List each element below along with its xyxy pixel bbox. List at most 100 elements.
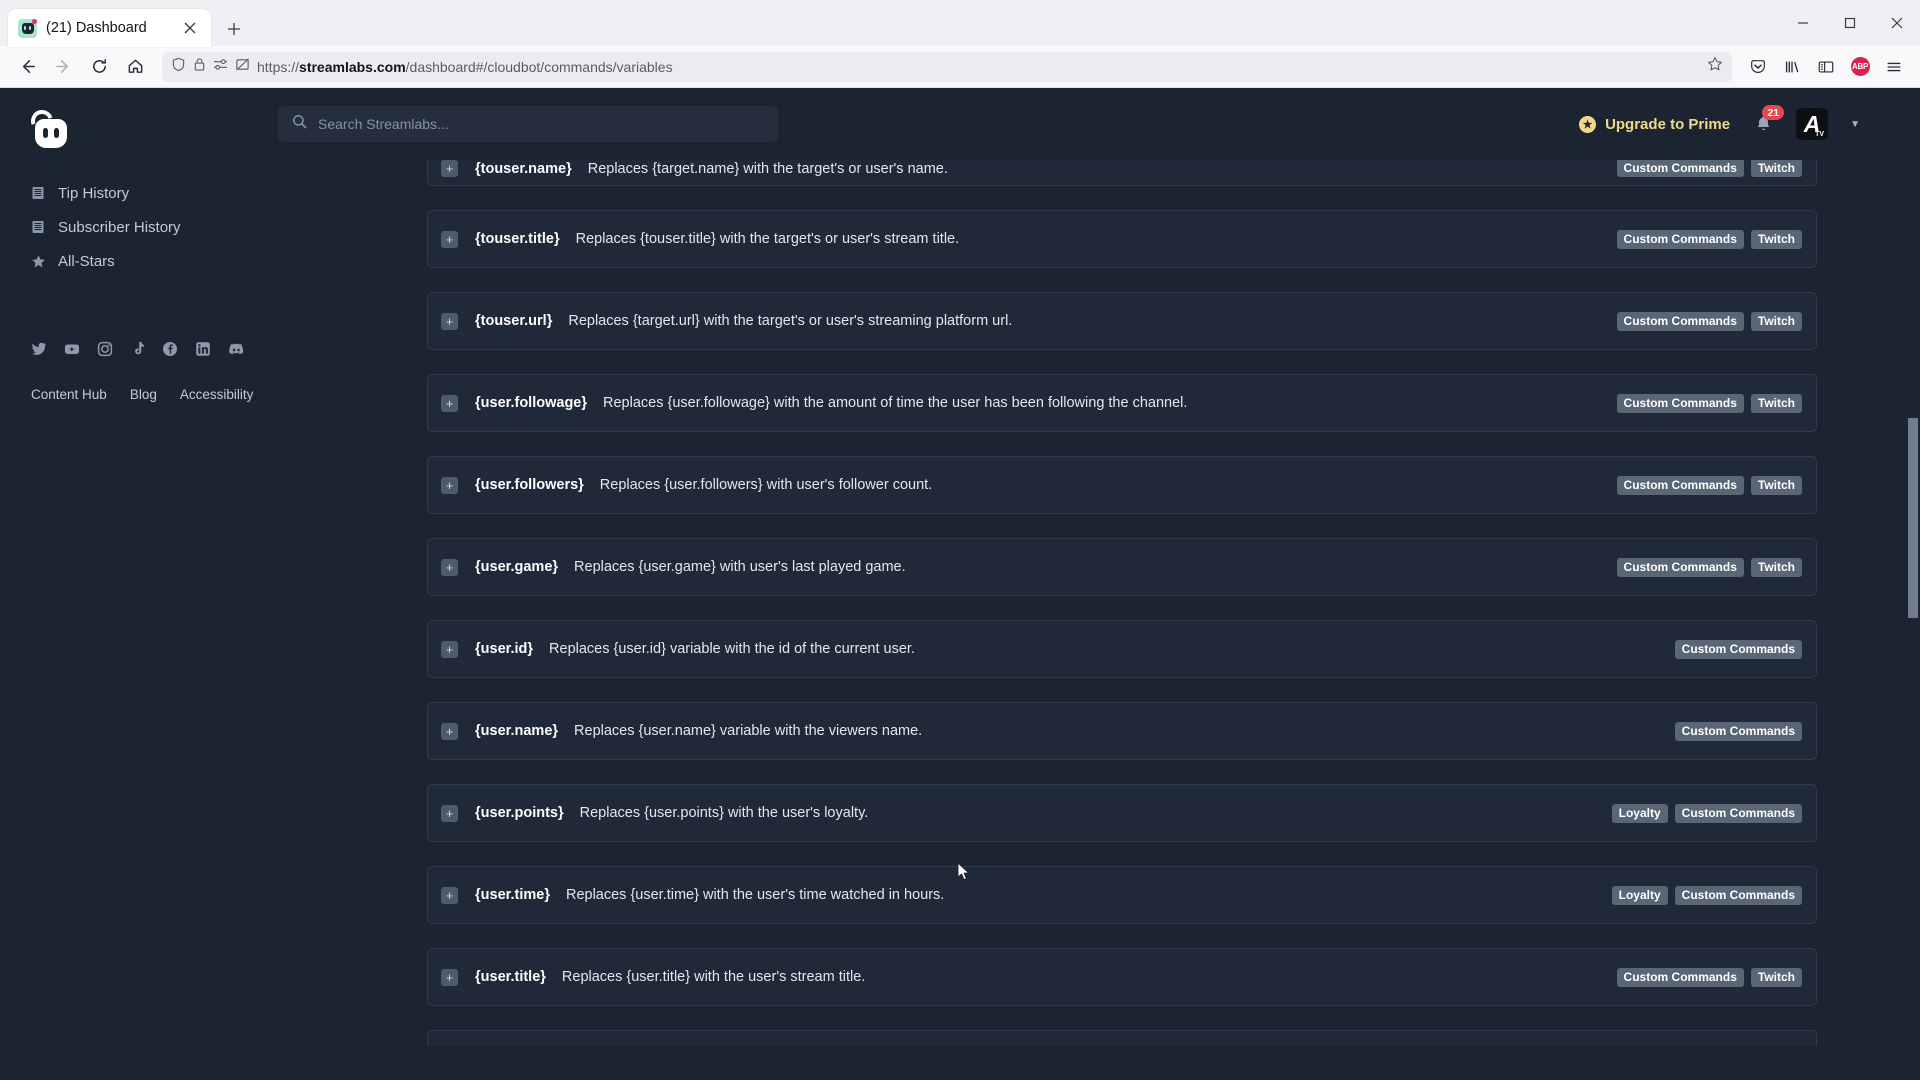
facebook-icon[interactable] (162, 341, 178, 357)
variable-tags: Custom Commands Twitch (1616, 229, 1802, 249)
status-badge: Custom Commands (1616, 160, 1744, 177)
search-icon (292, 114, 307, 134)
table-row[interactable]: + {user.followage} Replaces {user.follow… (427, 374, 1817, 432)
url-text[interactable]: https://streamlabs.com/dashboard#/cloudb… (257, 59, 1700, 75)
back-icon[interactable] (10, 51, 44, 83)
lock-icon[interactable] (193, 57, 206, 77)
forward-icon[interactable] (46, 51, 80, 83)
variable-name: {user.title} (475, 969, 546, 985)
table-row[interactable]: + {user.id} Replaces {user.id} variable … (427, 620, 1817, 678)
prime-star-icon: ★ (1579, 115, 1597, 133)
page-scrollbar[interactable] (1906, 88, 1920, 1080)
close-window-button[interactable] (1873, 0, 1920, 46)
header-actions: ★ Upgrade to Prime 21 A TV ▼ (1579, 105, 1860, 140)
scrollbar-thumb[interactable] (1908, 418, 1918, 618)
pocket-icon[interactable] (1742, 51, 1774, 83)
sidebar-footer-links: Content Hub Blog Accessibility (0, 387, 272, 402)
sidebar-icon[interactable] (1810, 51, 1842, 83)
expand-row-icon[interactable]: + (441, 968, 458, 986)
variable-tags: Custom Commands Twitch (1616, 967, 1802, 987)
status-badge: Twitch (1750, 967, 1802, 987)
table-row[interactable]: + {touser.url} Replaces {target.url} wit… (427, 292, 1817, 350)
new-tab-icon[interactable] (217, 12, 251, 46)
url-bar[interactable]: https://streamlabs.com/dashboard#/cloudb… (162, 51, 1732, 82)
variable-name: {user.followers} (475, 477, 584, 493)
variable-description: Replaces {user.followers} with user's fo… (599, 477, 933, 493)
instagram-icon[interactable] (97, 341, 113, 357)
navigation-toolbar: https://streamlabs.com/dashboard#/cloudb… (0, 46, 1920, 88)
table-row[interactable]: + {user.points} Replaces {user.points} w… (427, 784, 1817, 842)
minimize-button[interactable] (1779, 0, 1826, 46)
social-links (0, 341, 272, 357)
table-row[interactable] (427, 1030, 1817, 1046)
status-badge: Custom Commands (1674, 803, 1802, 823)
chevron-down-icon[interactable]: ▼ (1850, 119, 1860, 130)
sidebar-item-tip-history[interactable]: Tip History (20, 176, 272, 210)
search-box[interactable] (278, 106, 778, 142)
variable-name: {user.time} (475, 887, 550, 903)
linkedin-icon[interactable] (195, 341, 211, 357)
tab-title: (21) Dashboard (46, 20, 147, 36)
status-badge: Custom Commands (1674, 885, 1802, 905)
window-controls (1779, 0, 1920, 46)
toolbar-extension-icons: ABP (1742, 51, 1910, 83)
streamlabs-logo[interactable] (0, 106, 272, 152)
tiktok-icon[interactable] (130, 341, 145, 357)
twitter-icon[interactable] (31, 341, 47, 357)
main-content: ★ Upgrade to Prime 21 A TV ▼ (272, 88, 1920, 1080)
variable-description: Replaces {user.points} with the user's l… (579, 805, 869, 821)
variable-tags: Custom Commands (1674, 639, 1802, 659)
adblock-plus-icon[interactable]: ABP (1844, 51, 1876, 83)
home-icon[interactable] (118, 51, 152, 83)
expand-row-icon[interactable]: + (441, 558, 458, 576)
avatar[interactable]: A TV (1796, 108, 1829, 140)
variable-description: Replaces {user.followage} with the amoun… (603, 395, 1188, 411)
status-badge: Twitch (1750, 475, 1802, 495)
upgrade-to-prime-button[interactable]: ★ Upgrade to Prime (1579, 115, 1730, 133)
table-row[interactable]: + {user.time} Replaces {user.time} with … (427, 866, 1817, 924)
table-row[interactable]: + {user.game} Replaces {user.game} with … (427, 538, 1817, 596)
discord-icon[interactable] (228, 341, 245, 357)
reload-icon[interactable] (82, 51, 116, 83)
close-tab-icon[interactable] (179, 17, 201, 39)
status-badge: Loyalty (1611, 885, 1668, 905)
expand-row-icon[interactable]: + (441, 394, 458, 412)
expand-row-icon[interactable]: + (441, 160, 458, 177)
expand-row-icon[interactable]: + (441, 312, 458, 330)
search-input[interactable] (318, 116, 764, 132)
footer-link-content-hub[interactable]: Content Hub (31, 387, 107, 402)
status-badge: Custom Commands (1674, 721, 1802, 741)
sidebar-item-subscriber-history[interactable]: Subscriber History (20, 210, 272, 244)
url-path: /dashboard#/cloudbot/commands/variables (405, 58, 673, 75)
expand-row-icon[interactable]: + (441, 230, 458, 248)
permissions-icon[interactable] (213, 58, 228, 76)
library-icon[interactable] (1776, 51, 1808, 83)
notifications-button[interactable]: 21 (1752, 105, 1785, 136)
browser-tab[interactable]: (21) Dashboard (8, 9, 211, 47)
list-icon (30, 185, 46, 201)
app-menu-icon[interactable] (1878, 51, 1910, 83)
shield-icon[interactable] (171, 57, 186, 77)
expand-row-icon[interactable]: + (441, 886, 458, 904)
status-badge: Loyalty (1611, 803, 1668, 823)
variables-list-container: + {touser.name} Replaces {target.name} w… (272, 160, 1920, 1080)
table-row[interactable]: + {touser.name} Replaces {target.name} w… (427, 160, 1817, 186)
variable-description: Replaces {user.title} with the user's st… (561, 969, 866, 985)
expand-row-icon[interactable]: + (441, 722, 458, 740)
bookmark-star-icon[interactable] (1707, 56, 1723, 77)
expand-row-icon[interactable]: + (441, 476, 458, 494)
status-badge: Custom Commands (1616, 967, 1744, 987)
sidebar-item-all-stars[interactable]: All-Stars (20, 244, 272, 278)
table-row[interactable]: + {user.name} Replaces {user.name} varia… (427, 702, 1817, 760)
list-icon (30, 219, 46, 235)
table-row[interactable]: + {user.title} Replaces {user.title} wit… (427, 948, 1817, 1006)
tracking-protection-off-icon[interactable] (235, 57, 250, 77)
maximize-button[interactable] (1826, 0, 1873, 46)
footer-link-accessibility[interactable]: Accessibility (180, 387, 254, 402)
table-row[interactable]: + {touser.title} Replaces {touser.title}… (427, 210, 1817, 268)
footer-link-blog[interactable]: Blog (130, 387, 157, 402)
expand-row-icon[interactable]: + (441, 804, 458, 822)
youtube-icon[interactable] (64, 341, 80, 357)
table-row[interactable]: + {user.followers} Replaces {user.follow… (427, 456, 1817, 514)
expand-row-icon[interactable]: + (441, 640, 458, 658)
